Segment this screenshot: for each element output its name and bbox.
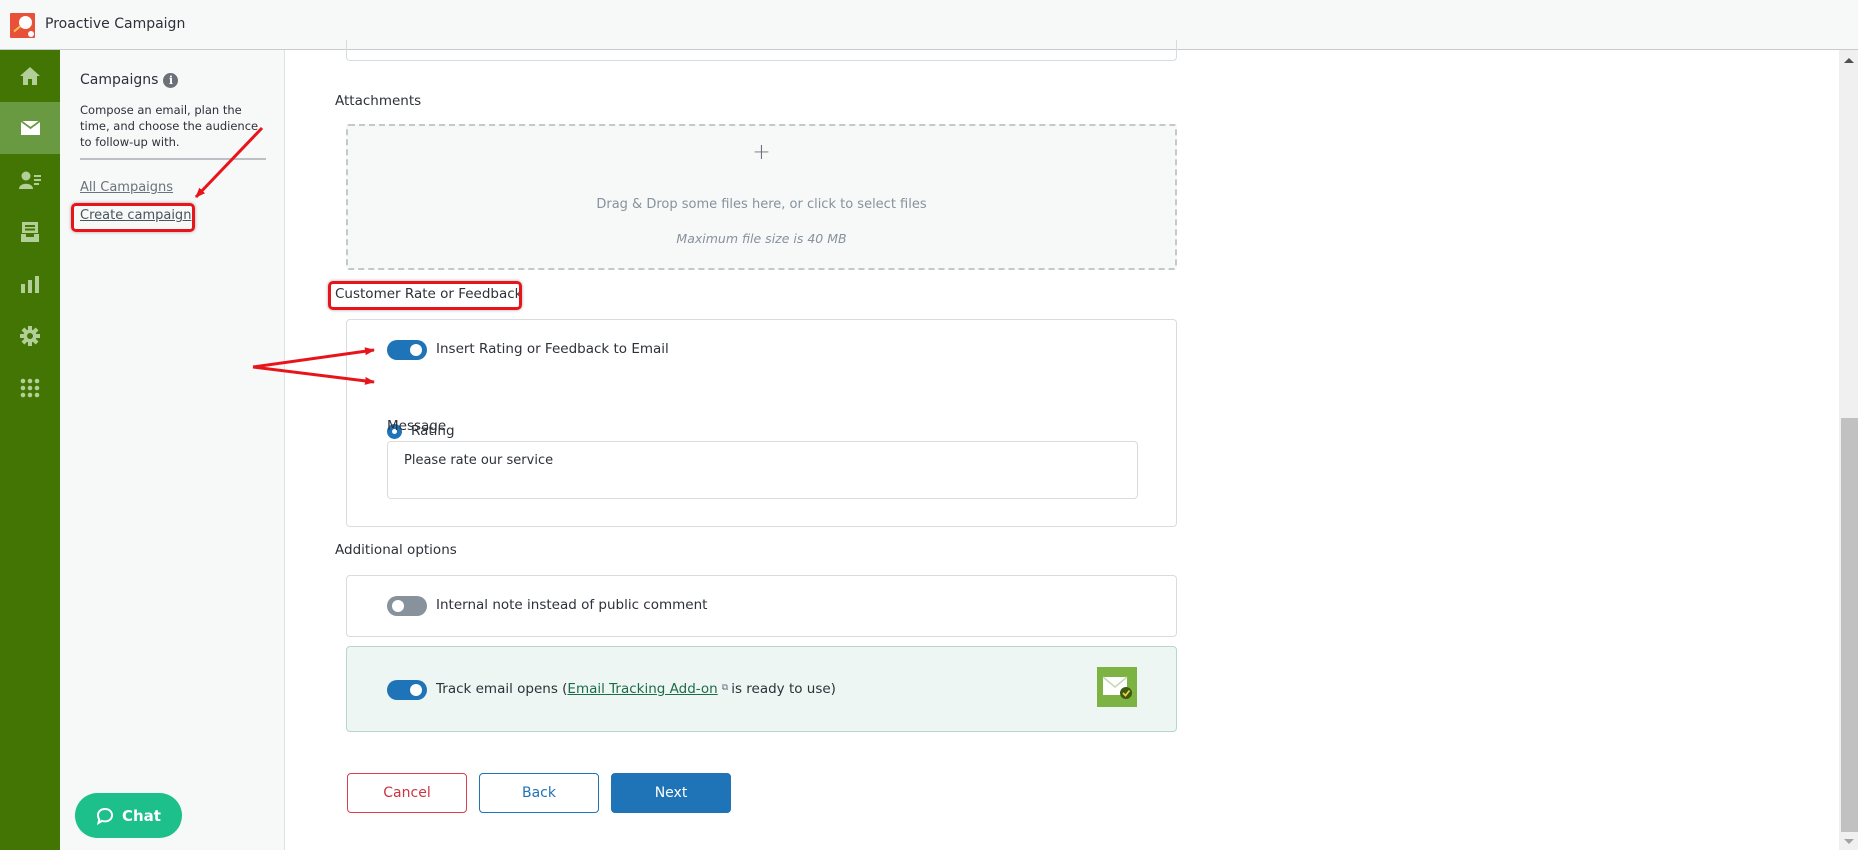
home-icon xyxy=(20,67,40,85)
panel-divider xyxy=(80,158,266,160)
bar-chart-icon xyxy=(21,275,39,293)
nav-item-contacts[interactable] xyxy=(0,154,60,206)
primary-sidebar xyxy=(0,50,60,850)
app-window: Proactive Campaign Campaigns i Compose a… xyxy=(0,0,1858,850)
campaigns-panel: Campaigns i Compose an email, plan the t… xyxy=(60,50,285,850)
internal-note-toggle[interactable] xyxy=(387,596,427,616)
apps-grid-icon xyxy=(20,378,40,398)
cancel-button[interactable]: Cancel xyxy=(347,773,467,813)
external-link-icon: ⧉ xyxy=(721,683,729,693)
all-campaigns-link[interactable]: All Campaigns xyxy=(80,180,173,195)
track-email-card: Track email opens (Email Tracking Add-on… xyxy=(346,646,1177,732)
previous-section-card xyxy=(346,40,1177,61)
main-content: Attachments + Drag & Drop some files her… xyxy=(285,40,1839,850)
customer-rate-label: Customer Rate or Feedback xyxy=(335,286,523,302)
next-button[interactable]: Next xyxy=(611,773,731,813)
internal-note-label: Internal note instead of public comment xyxy=(436,597,708,613)
track-email-prefix: Track email opens ( xyxy=(436,681,568,697)
attachments-dropzone[interactable]: + Drag & Drop some files here, or click … xyxy=(346,124,1177,270)
archive-icon xyxy=(21,222,39,242)
contacts-icon xyxy=(19,171,41,189)
main-scrollbar[interactable] xyxy=(1839,50,1858,850)
scrollbar-thumb[interactable] xyxy=(1841,418,1858,832)
track-email-toggle[interactable] xyxy=(387,680,427,700)
insert-rating-toggle[interactable] xyxy=(387,340,427,360)
track-email-suffix: is ready to use) xyxy=(731,681,836,697)
panel-title-text: Campaigns xyxy=(80,72,159,88)
internal-note-card: Internal note instead of public comment xyxy=(346,575,1177,637)
plus-icon: + xyxy=(752,140,771,165)
email-tracking-addon-link[interactable]: Email Tracking Add-on xyxy=(567,681,717,697)
gear-icon xyxy=(20,326,40,346)
panel-title: Campaigns i xyxy=(80,72,179,88)
nav-item-apps[interactable] xyxy=(0,362,60,414)
envelope-icon xyxy=(20,121,40,135)
message-textarea[interactable]: Please rate our service xyxy=(387,441,1138,499)
nav-item-archive[interactable] xyxy=(0,206,60,258)
nav-item-campaigns[interactable] xyxy=(0,102,60,154)
nav-item-reports[interactable] xyxy=(0,258,60,310)
panel-description: Compose an email, plan the time, and cho… xyxy=(80,103,259,149)
customer-rate-card: Insert Rating or Feedback to Email Ratin… xyxy=(346,319,1177,527)
attachments-label: Attachments xyxy=(335,93,422,109)
chat-button[interactable]: Chat xyxy=(75,793,182,838)
chat-bubble-icon xyxy=(96,807,114,825)
info-icon[interactable]: i xyxy=(163,72,179,88)
message-label: Message xyxy=(387,418,447,434)
app-title: Proactive Campaign xyxy=(45,16,186,32)
proactive-campaign-logo-icon xyxy=(10,13,35,38)
back-button[interactable]: Back xyxy=(479,773,599,813)
max-file-size-text: Maximum file size is 40 MB xyxy=(676,231,847,246)
dropzone-text: Drag & Drop some files here, or click to… xyxy=(596,197,927,212)
track-email-text: Track email opens (Email Tracking Add-on… xyxy=(436,681,836,697)
scroll-down-arrow-icon[interactable] xyxy=(1844,839,1854,844)
nav-item-settings[interactable] xyxy=(0,310,60,362)
email-tracking-addon-icon xyxy=(1097,667,1137,707)
insert-rating-label: Insert Rating or Feedback to Email xyxy=(436,341,669,357)
chat-label: Chat xyxy=(122,806,161,825)
create-campaign-link[interactable]: Create campaign xyxy=(80,208,191,223)
scroll-up-arrow-icon[interactable] xyxy=(1844,58,1854,63)
nav-item-home[interactable] xyxy=(0,50,60,102)
additional-options-label: Additional options xyxy=(335,542,457,558)
